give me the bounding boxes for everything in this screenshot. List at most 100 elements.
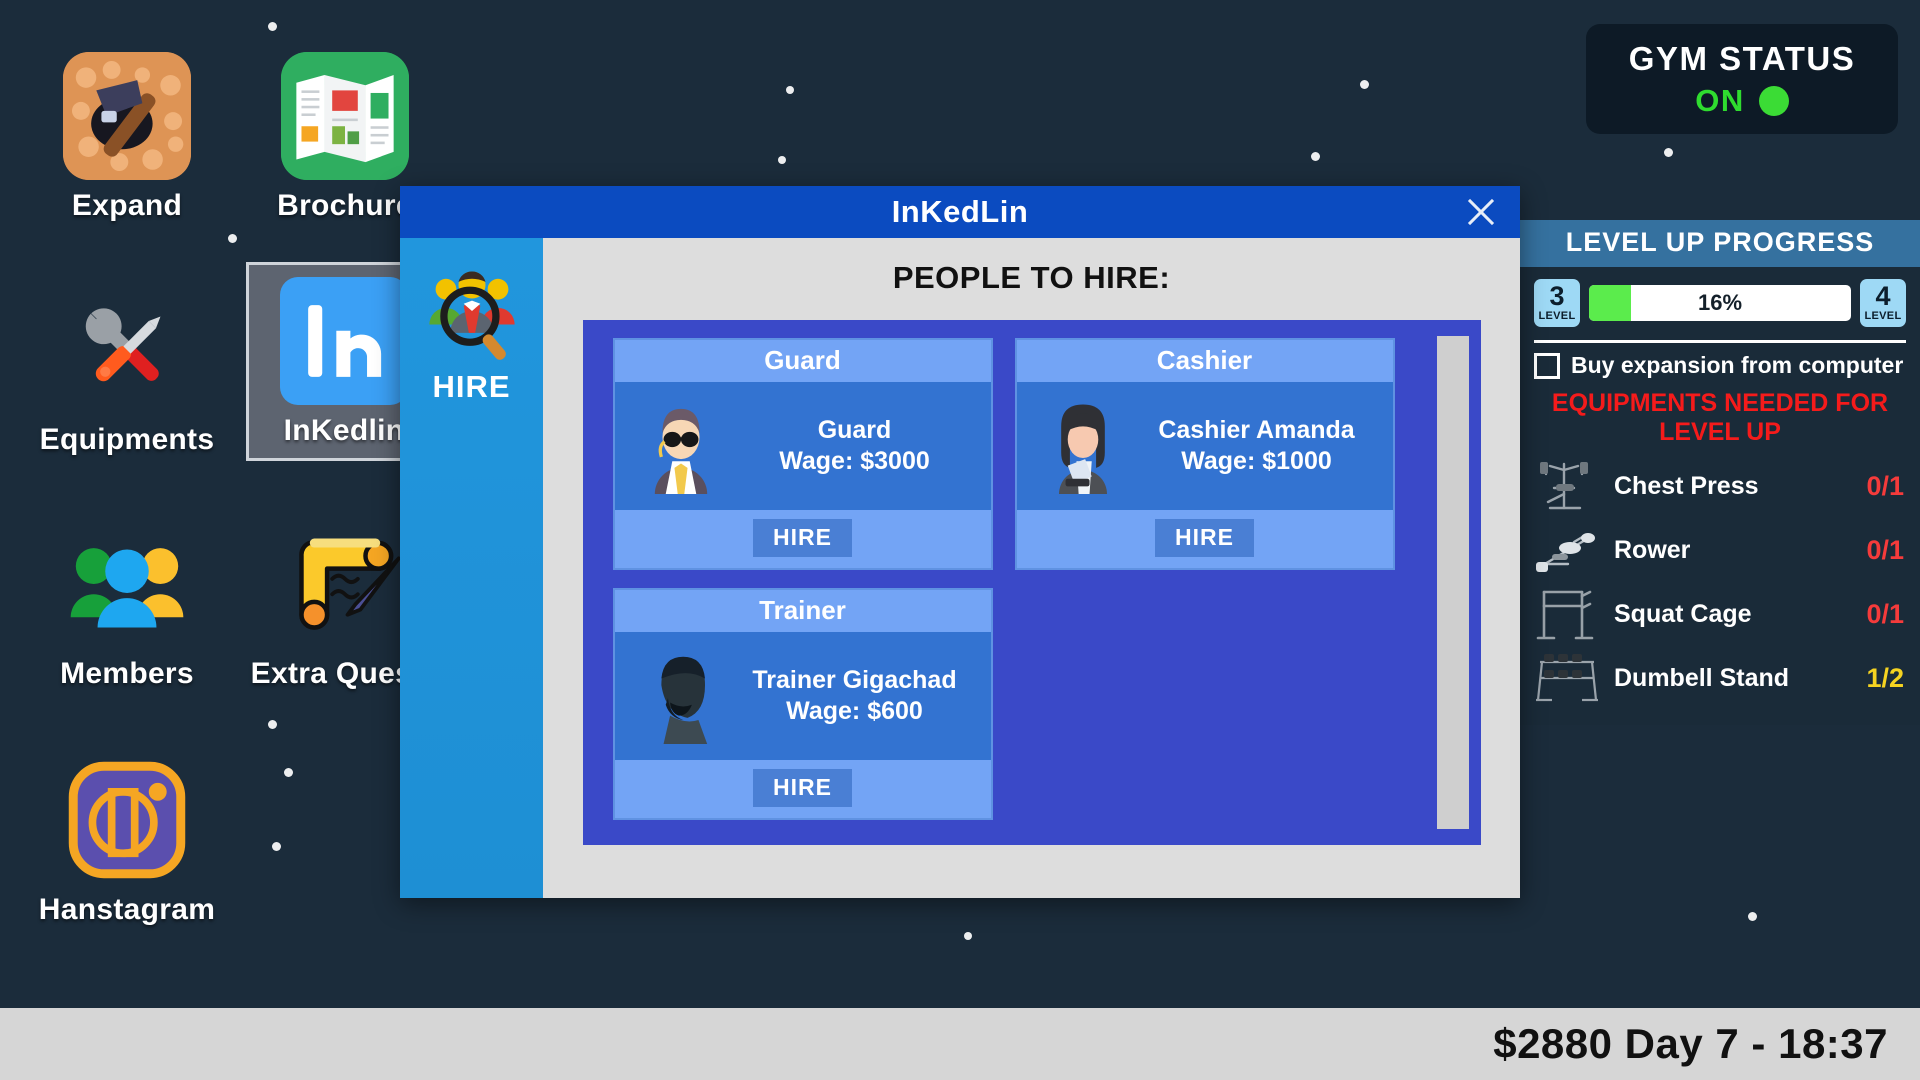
buy-expansion-label: Buy expansion from computer: [1571, 352, 1904, 378]
hire-card-info: Guard Wage: $3000: [729, 415, 981, 478]
equipment-needed-title: EQUIPMENTS NEEDED FOR LEVEL UP: [1551, 389, 1889, 446]
window-title: InKedLin: [891, 194, 1029, 229]
level-word: LEVEL: [1864, 309, 1902, 322]
brochure-icon: [281, 52, 409, 180]
gym-status-row: ON: [1695, 83, 1789, 119]
equipment-row: Dumbell Stand 1/2: [1520, 647, 1920, 711]
hire-button[interactable]: HIRE: [753, 769, 852, 807]
level-progress-text: 16%: [1697, 290, 1743, 315]
desktop-icon-label: Members: [60, 657, 194, 690]
close-icon[interactable]: [1464, 195, 1498, 229]
hire-card: Cashier Cashier Amanda Wage: $1000 HIRE: [1014, 338, 1395, 570]
buy-expansion-row[interactable]: Buy expansion from computer: [1520, 352, 1920, 389]
hire-card-footer: HIRE: [614, 510, 991, 568]
next-level-badge: 4 LEVEL: [1860, 279, 1906, 327]
hire-card-footer: HIRE: [1016, 510, 1393, 568]
hire-card-name: Cashier Amanda: [1158, 415, 1355, 444]
status-bar: $2880 Day 7 - 18:37: [0, 1008, 1920, 1080]
checkbox-icon[interactable]: [1534, 352, 1560, 379]
desktop-icon-equipments[interactable]: Equipments: [32, 286, 222, 457]
hire-card-role: Cashier: [1016, 340, 1393, 382]
hire-card: Trainer Trainer Gigachad Wage: $600 HIRE: [612, 588, 993, 820]
squat-cage-icon: [1530, 586, 1604, 644]
hire-card-footer: HIRE: [614, 760, 991, 818]
desktop-icon-expand[interactable]: Expand: [32, 52, 222, 223]
background-dot: [284, 768, 293, 777]
equipment-count: 0/1: [1866, 535, 1904, 565]
level-word: LEVEL: [1538, 309, 1576, 322]
background-dot: [228, 234, 237, 243]
content-heading: PEOPLE TO HIRE:: [892, 260, 1171, 295]
scrollbar-track[interactable]: [1435, 320, 1481, 845]
dumbell-stand-icon: [1530, 650, 1604, 708]
equipment-name: Chest Press: [1614, 472, 1759, 500]
level-progress-row: 3 LEVEL 16% 4 LEVEL: [1520, 267, 1920, 337]
current-level-number: 3: [1549, 281, 1565, 312]
hire-card-wage: Wage: $1000: [1181, 447, 1332, 475]
desktop-icon-label: Equipments: [39, 423, 215, 456]
equipment-name: Dumbell Stand: [1614, 664, 1790, 692]
inkedlin-icon: [280, 277, 408, 405]
next-level-number: 4: [1875, 281, 1891, 312]
status-led-icon: [1758, 85, 1789, 116]
desktop-icon-members[interactable]: Members: [32, 520, 222, 691]
background-dot: [1360, 80, 1369, 89]
gym-status-panel: GYM STATUS ON: [1586, 24, 1898, 134]
cashier-woman-avatar: [1035, 394, 1131, 498]
sidebar-tab-label: HIRE: [432, 369, 511, 404]
hire-card-wage: Wage: $600: [786, 697, 923, 725]
desktop-icon-label: Expand: [71, 189, 183, 222]
background-dot: [786, 86, 794, 94]
scroll-quill-icon: [281, 520, 409, 648]
hire-card: Guard Guard Wage: $3000 HIRE: [612, 338, 993, 570]
hire-card-body: Cashier Amanda Wage: $1000: [1016, 382, 1393, 510]
sidebar-tab-hire[interactable]: HIRE: [420, 258, 524, 405]
chest-press-icon: [1530, 458, 1604, 516]
rower-icon: [1530, 522, 1604, 580]
hire-card-info: Cashier Amanda Wage: $1000: [1131, 415, 1383, 478]
background-dot: [778, 156, 786, 164]
equipment-count: 0/1: [1866, 471, 1904, 501]
people-search-icon: [420, 258, 524, 367]
background-dot: [268, 720, 277, 729]
inkedlin-window: InKedLin HIRE PEOPLE TO HIRE: Guard Guar…: [400, 186, 1520, 898]
desktop-icon-hanstagram[interactable]: Hanstagram: [32, 756, 222, 927]
hanstagram-icon: [63, 756, 191, 884]
game-screen: Expand Brochure Equipments InKedlin Memb…: [0, 0, 1920, 1080]
hire-card-body: Trainer Gigachad Wage: $600: [614, 632, 991, 760]
gym-status-value: ON: [1695, 82, 1745, 118]
hire-card-grid: Guard Guard Wage: $3000 HIRE Cashier Cas…: [583, 320, 1435, 845]
background-dot: [272, 842, 281, 851]
hire-card-wage: Wage: $3000: [779, 447, 930, 475]
hire-button[interactable]: HIRE: [753, 519, 852, 557]
background-dot: [268, 22, 277, 31]
equipment-count: 1/2: [1866, 663, 1904, 693]
background-dot: [964, 932, 972, 940]
pickaxe-rocks-icon: [63, 52, 191, 180]
desktop-icon-label: Hanstagram: [38, 893, 216, 926]
background-dot: [1748, 912, 1757, 921]
trainer-gigachad-avatar: [633, 644, 729, 748]
level-progress-bar: 16%: [1589, 285, 1851, 321]
background-dot: [1664, 148, 1673, 157]
equipment-name: Squat Cage: [1614, 600, 1752, 628]
hire-card-role: Guard: [614, 340, 991, 382]
level-panel-title: LEVEL UP PROGRESS: [1520, 220, 1920, 267]
hire-button[interactable]: HIRE: [1155, 519, 1254, 557]
window-content: PEOPLE TO HIRE: Guard Guard Wage: $3000 …: [543, 238, 1520, 898]
current-level-badge: 3 LEVEL: [1534, 279, 1580, 327]
level-up-panel: LEVEL UP PROGRESS 3 LEVEL 16% 4 LEVEL Bu…: [1520, 220, 1920, 725]
equipment-name: Rower: [1614, 536, 1691, 564]
background-dot: [1311, 152, 1320, 161]
scrollbar-thumb[interactable]: [1436, 336, 1469, 829]
window-titlebar: InKedLin: [400, 186, 1520, 238]
guard-sunglasses-avatar: [633, 394, 729, 498]
hire-card-name: Guard: [817, 415, 892, 444]
hire-card-area: Guard Guard Wage: $3000 HIRE Cashier Cas…: [582, 320, 1481, 845]
members-group-icon: [63, 520, 191, 648]
equipment-count: 0/1: [1866, 599, 1904, 629]
hire-card-role: Trainer: [614, 590, 991, 632]
equipment-row: Rower 0/1: [1520, 519, 1920, 583]
tools-icon: [63, 286, 191, 414]
window-body: HIRE PEOPLE TO HIRE: Guard Guard Wage: $…: [400, 238, 1520, 898]
